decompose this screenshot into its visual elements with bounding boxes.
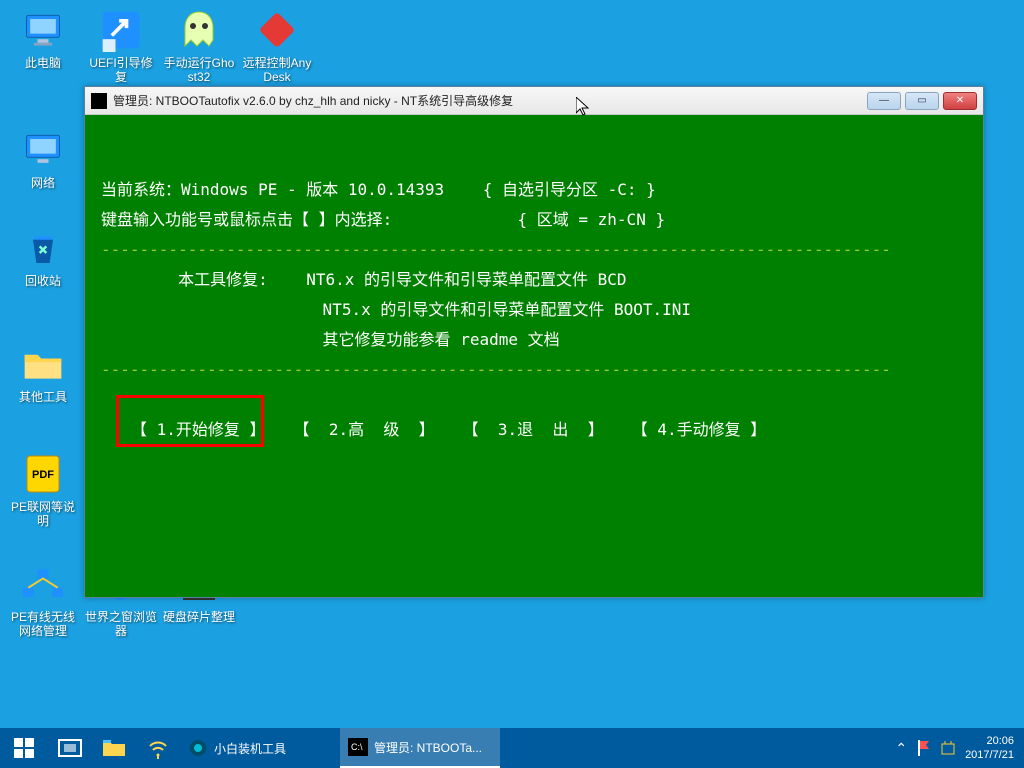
folder-icon: [19, 340, 67, 388]
desktop-icon-label: 手动运行Ghost32: [162, 56, 236, 84]
console-separator: ----------------------------------------…: [101, 235, 967, 265]
recycle-bin-icon: [19, 224, 67, 272]
wifi-button[interactable]: [136, 728, 180, 768]
svg-text:C:\: C:\: [351, 742, 363, 752]
app-icon: C:\: [348, 738, 368, 756]
system-tray[interactable]: ⌃ 20:06 2017/7/21: [885, 734, 1024, 762]
console-line: 当前系统：Windows PE - 版本 10.0.14393 { 自选引导分区…: [101, 175, 967, 205]
explorer-button[interactable]: [92, 728, 136, 768]
flag-icon[interactable]: [917, 740, 931, 756]
remote-icon: [253, 6, 301, 54]
menu-advanced[interactable]: 【 2.高 级 】: [294, 415, 435, 445]
desktop-icon-label: 硬盘碎片整理: [163, 610, 235, 624]
desktop-icon-label: 网络: [31, 176, 55, 190]
console-line: 键盘输入功能号或鼠标点击【 】内选择: { 区域 = zh-CN }: [101, 205, 967, 235]
desktop-icon-other-tools[interactable]: 其他工具: [6, 336, 80, 404]
console-line: 本工具修复: NT6.x 的引导文件和引导菜单配置文件 BCD: [101, 265, 967, 295]
cmd-icon: [91, 93, 107, 109]
desktop-icon-label: PE联网等说明: [6, 500, 80, 528]
close-button[interactable]: ✕: [943, 92, 977, 110]
desktop-icon-label: 此电脑: [25, 56, 61, 70]
taskbar: 小白装机工具 C:\ 管理员: NTBOOTa... ⌃ 20:06 2017/…: [0, 728, 1024, 768]
taskview-button[interactable]: [48, 728, 92, 768]
wifi-icon: [147, 737, 169, 759]
ghost-icon: [175, 6, 223, 54]
start-button[interactable]: [0, 728, 48, 768]
app-icon: [188, 739, 208, 757]
menu-start-fix[interactable]: 【 1.开始修复 】: [131, 415, 266, 445]
window-title: 管理员: NTBOOTautofix v2.6.0 by chz_hlh and…: [113, 92, 867, 109]
menu-exit[interactable]: 【 3.退 出 】: [463, 415, 604, 445]
tray-icon[interactable]: [941, 740, 955, 756]
svg-text:PDF: PDF: [32, 469, 54, 481]
taskview-icon: [58, 739, 82, 757]
minimize-button[interactable]: —: [867, 92, 901, 110]
clock-date: 2017/7/21: [965, 748, 1014, 762]
desktop-icon-pe-netmgr[interactable]: PE有线无线网络管理: [6, 556, 80, 638]
desktop-icon-remote[interactable]: 远程控制AnyDesk: [240, 2, 314, 84]
titlebar[interactable]: 管理员: NTBOOTautofix v2.6.0 by chz_hlh and…: [85, 87, 983, 115]
menu-manual-fix[interactable]: 【 4.手动修复 】: [632, 415, 767, 445]
folder-icon: [102, 738, 126, 758]
desktop-icon-label: 其他工具: [19, 390, 67, 404]
windows-icon: [14, 738, 34, 758]
desktop-icon-uefi[interactable]: UEFI引导修复: [84, 2, 158, 84]
desktop-icon-recycle[interactable]: 回收站: [6, 220, 80, 288]
desktop-icon-network[interactable]: 网络: [6, 122, 80, 190]
desktop-icon-ghost[interactable]: 手动运行Ghost32: [162, 2, 236, 84]
console-separator: ----------------------------------------…: [101, 355, 967, 385]
pdf-icon: PDF: [19, 450, 67, 498]
desktop-icon-label: 远程控制AnyDesk: [240, 56, 314, 84]
clock[interactable]: 20:06 2017/7/21: [965, 734, 1014, 762]
task-ntboot[interactable]: C:\ 管理员: NTBOOTa...: [340, 728, 500, 768]
network-icon: [19, 560, 67, 608]
task-label: 小白装机工具: [214, 740, 286, 757]
clock-time: 20:06: [965, 734, 1014, 748]
desktop-icon-computer[interactable]: 此电脑: [6, 2, 80, 70]
desktop-icon-label: 世界之窗浏览器: [84, 610, 158, 638]
maximize-button[interactable]: ▭: [905, 92, 939, 110]
console-line: 其它修复功能参看 readme 文档: [101, 325, 967, 355]
desktop-icon-pe-net-doc[interactable]: PDF PE联网等说明: [6, 446, 80, 528]
desktop-icon-label: 回收站: [25, 274, 61, 288]
tray-chevron-icon[interactable]: ⌃: [895, 740, 907, 757]
desktop-icon-label: UEFI引导修复: [84, 56, 158, 84]
task-label: 管理员: NTBOOTa...: [374, 739, 482, 756]
monitor-icon: [19, 126, 67, 174]
monitor-icon: [19, 6, 67, 54]
console-window: 管理员: NTBOOTautofix v2.6.0 by chz_hlh and…: [84, 86, 984, 598]
task-xiaobaituoji[interactable]: 小白装机工具: [180, 728, 340, 768]
console-line: NT5.x 的引导文件和引导菜单配置文件 BOOT.INI: [101, 295, 967, 325]
console-menu: 【 1.开始修复 】 【 2.高 级 】 【 3.退 出 】 【 4.手动修复 …: [101, 415, 967, 445]
shortcut-icon: [97, 6, 145, 54]
desktop-icon-label: PE有线无线网络管理: [6, 610, 80, 638]
console-body[interactable]: 当前系统：Windows PE - 版本 10.0.14393 { 自选引导分区…: [85, 115, 983, 597]
